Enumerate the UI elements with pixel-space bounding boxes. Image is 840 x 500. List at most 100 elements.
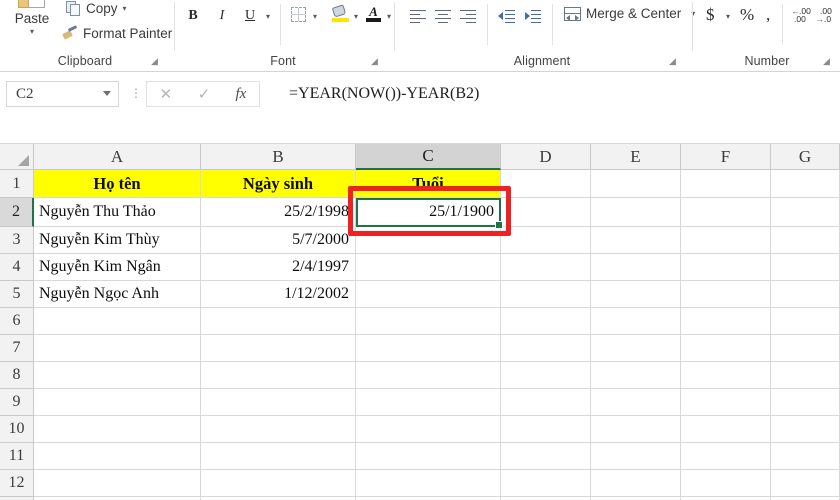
cell-e3[interactable] xyxy=(591,227,681,254)
cell-g3[interactable] xyxy=(771,227,840,254)
cell-c8[interactable] xyxy=(356,362,501,389)
cell-c2[interactable]: 25/1/1900 xyxy=(356,198,501,227)
cell-b8[interactable] xyxy=(201,362,356,389)
cell-g12[interactable] xyxy=(771,470,840,497)
cell-e7[interactable] xyxy=(591,335,681,362)
name-box[interactable]: C2 xyxy=(6,81,119,107)
cell-g2[interactable] xyxy=(771,198,840,227)
cell-e1[interactable] xyxy=(591,170,681,198)
cell-g8[interactable] xyxy=(771,362,840,389)
cell-e4[interactable] xyxy=(591,254,681,281)
cell-f3[interactable] xyxy=(681,227,771,254)
cell-d7[interactable] xyxy=(501,335,591,362)
cell-d3[interactable] xyxy=(501,227,591,254)
cell-d9[interactable] xyxy=(501,389,591,416)
cell-c4[interactable] xyxy=(356,254,501,281)
cell-f11[interactable] xyxy=(681,443,771,470)
column-header-f[interactable]: F xyxy=(681,144,771,170)
column-header-g[interactable]: G xyxy=(771,144,840,170)
cell-f8[interactable] xyxy=(681,362,771,389)
cell-b5[interactable]: 1/12/2002 xyxy=(201,281,356,308)
font-dialog-launcher-icon[interactable]: ◢ xyxy=(371,57,380,66)
cell-c7[interactable] xyxy=(356,335,501,362)
cell-f7[interactable] xyxy=(681,335,771,362)
cell-e8[interactable] xyxy=(591,362,681,389)
cell-a4[interactable]: Nguyễn Kim Ngân xyxy=(34,254,201,281)
cell-a12[interactable] xyxy=(34,470,201,497)
cell-b10[interactable] xyxy=(201,416,356,443)
cell-b11[interactable] xyxy=(201,443,356,470)
cell-c5[interactable] xyxy=(356,281,501,308)
merge-and-center-button[interactable]: Merge & Center ▾ xyxy=(564,6,695,21)
fill-color-dropdown[interactable]: ▾ xyxy=(350,9,362,23)
cell-b6[interactable] xyxy=(201,308,356,335)
column-header-b[interactable]: B xyxy=(201,144,356,170)
font-color-button[interactable]: A xyxy=(365,4,382,23)
column-header-a[interactable]: A xyxy=(34,144,201,170)
row-header-1[interactable]: 1 xyxy=(0,170,34,198)
chevron-down-icon[interactable]: ▾ xyxy=(4,27,60,36)
cell-f9[interactable] xyxy=(681,389,771,416)
copy-button[interactable]: Copy ▾ xyxy=(66,1,127,16)
cell-d12[interactable] xyxy=(501,470,591,497)
cell-f4[interactable] xyxy=(681,254,771,281)
fill-color-button[interactable] xyxy=(331,4,349,23)
spreadsheet-grid[interactable]: A B C D E F G 1 2 3 4 5 6 7 8 9 10 11 12… xyxy=(0,144,840,500)
cell-d2[interactable] xyxy=(501,198,591,227)
row-header-11[interactable]: 11 xyxy=(0,443,34,470)
row-header-3[interactable]: 3 xyxy=(0,227,34,254)
cell-c1[interactable]: Tuổi xyxy=(356,170,501,198)
comma-format-button[interactable]: , xyxy=(766,5,770,25)
borders-button[interactable] xyxy=(289,5,307,23)
cell-d8[interactable] xyxy=(501,362,591,389)
align-center-button[interactable] xyxy=(433,6,453,24)
cell-a2[interactable]: Nguyễn Thu Thảo xyxy=(34,198,201,227)
cell-g7[interactable] xyxy=(771,335,840,362)
cell-c3[interactable] xyxy=(356,227,501,254)
row-header-6[interactable]: 6 xyxy=(0,308,34,335)
cell-e9[interactable] xyxy=(591,389,681,416)
cell-d6[interactable] xyxy=(501,308,591,335)
underline-button[interactable]: U xyxy=(240,6,260,26)
increase-decimal-button[interactable]: ← .00 .00 xyxy=(791,7,813,25)
cell-e2[interactable] xyxy=(591,198,681,227)
clipboard-dialog-launcher-icon[interactable]: ◢ xyxy=(151,57,160,66)
cell-d4[interactable] xyxy=(501,254,591,281)
cell-a9[interactable] xyxy=(34,389,201,416)
cell-d1[interactable] xyxy=(501,170,591,198)
decrease-decimal-button[interactable]: .00 → .0 xyxy=(815,7,837,25)
cell-a8[interactable] xyxy=(34,362,201,389)
column-header-c[interactable]: C xyxy=(356,144,501,170)
cell-c12[interactable] xyxy=(356,470,501,497)
cell-e10[interactable] xyxy=(591,416,681,443)
cell-b4[interactable]: 2/4/1997 xyxy=(201,254,356,281)
cell-f2[interactable] xyxy=(681,198,771,227)
cell-e5[interactable] xyxy=(591,281,681,308)
formula-input[interactable]: =YEAR(NOW())-YEAR(B2) xyxy=(275,81,840,107)
cell-d10[interactable] xyxy=(501,416,591,443)
alignment-dialog-launcher-icon[interactable]: ◢ xyxy=(669,57,678,66)
cell-c11[interactable] xyxy=(356,443,501,470)
cell-b12[interactable] xyxy=(201,470,356,497)
row-header-5[interactable]: 5 xyxy=(0,281,34,308)
cell-f12[interactable] xyxy=(681,470,771,497)
cell-b7[interactable] xyxy=(201,335,356,362)
cell-a5[interactable]: Nguyễn Ngọc Anh xyxy=(34,281,201,308)
cell-b2[interactable]: 25/2/1998 xyxy=(201,198,356,227)
cell-g10[interactable] xyxy=(771,416,840,443)
currency-format-button[interactable]: $ xyxy=(706,5,715,25)
insert-function-button[interactable]: fx xyxy=(235,86,246,103)
cell-e11[interactable] xyxy=(591,443,681,470)
chevron-down-icon[interactable] xyxy=(103,91,111,96)
cell-g6[interactable] xyxy=(771,308,840,335)
cell-b3[interactable]: 5/7/2000 xyxy=(201,227,356,254)
row-header-2[interactable]: 2 xyxy=(0,198,34,227)
cell-f10[interactable] xyxy=(681,416,771,443)
cell-c6[interactable] xyxy=(356,308,501,335)
borders-dropdown[interactable]: ▾ xyxy=(309,9,321,23)
chevron-down-icon[interactable]: ▾ xyxy=(123,4,127,13)
column-header-e[interactable]: E xyxy=(591,144,681,170)
cell-d11[interactable] xyxy=(501,443,591,470)
cell-b9[interactable] xyxy=(201,389,356,416)
cell-f6[interactable] xyxy=(681,308,771,335)
